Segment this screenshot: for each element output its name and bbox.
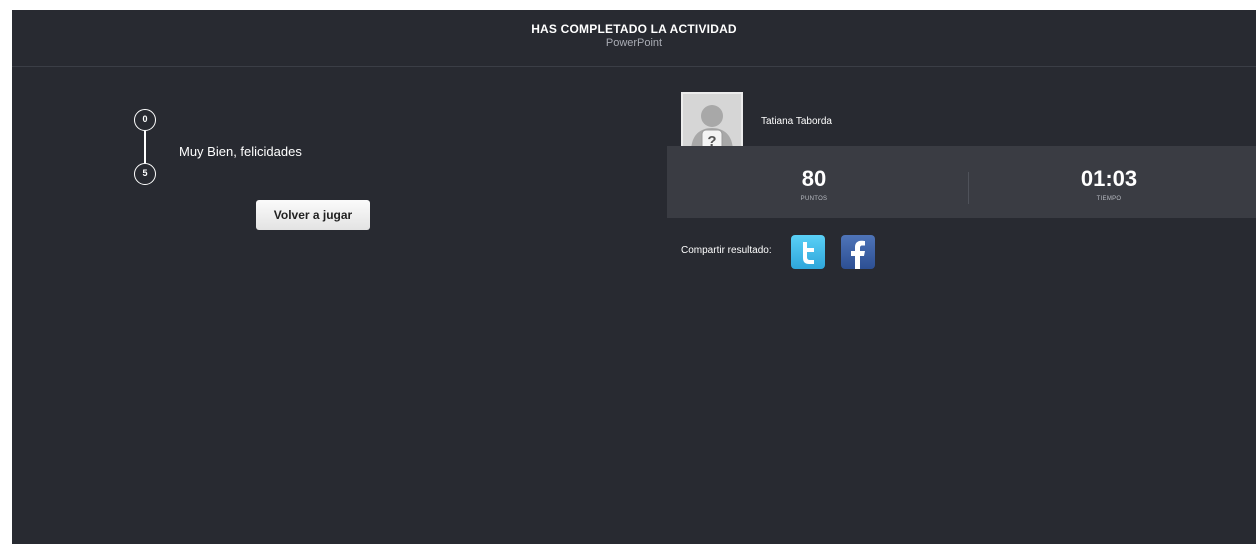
points-value: 80 bbox=[801, 166, 827, 191]
share-label: Compartir resultado: bbox=[681, 245, 772, 256]
twitter-share-button[interactable] bbox=[791, 235, 825, 269]
stats-bar: 80 PUNTOS 01:03 TIEMPO bbox=[667, 146, 1256, 218]
progress-line bbox=[144, 131, 146, 163]
time-label: TIEMPO bbox=[1096, 196, 1122, 202]
activity-complete-screen: HAS COMPLETADO LA ACTIVIDAD PowerPoint 0… bbox=[12, 10, 1256, 544]
play-again-button[interactable]: Volver a jugar bbox=[256, 200, 370, 230]
time-stat: 01:03 TIEMPO bbox=[962, 146, 1256, 218]
result-message: Muy Bien, felicidades bbox=[179, 144, 302, 159]
points-stat: 80 PUNTOS bbox=[667, 146, 961, 218]
page-subtitle: PowerPoint bbox=[605, 37, 663, 49]
header: HAS COMPLETADO LA ACTIVIDAD PowerPoint bbox=[12, 10, 1256, 67]
progress-end-circle: 5 bbox=[134, 163, 156, 185]
points-label: PUNTOS bbox=[800, 196, 828, 202]
facebook-share-button[interactable] bbox=[841, 235, 875, 269]
twitter-icon bbox=[803, 242, 814, 264]
user-name: Tatiana Taborda bbox=[761, 116, 832, 127]
page-title: HAS COMPLETADO LA ACTIVIDAD bbox=[531, 22, 737, 36]
score-progress: 0 5 bbox=[134, 109, 164, 189]
unknown-user-icon: ? bbox=[683, 94, 741, 152]
avatar: ? bbox=[681, 92, 743, 154]
progress-start-circle: 0 bbox=[134, 109, 156, 131]
facebook-icon bbox=[851, 240, 865, 269]
time-value: 01:03 bbox=[1080, 166, 1138, 191]
